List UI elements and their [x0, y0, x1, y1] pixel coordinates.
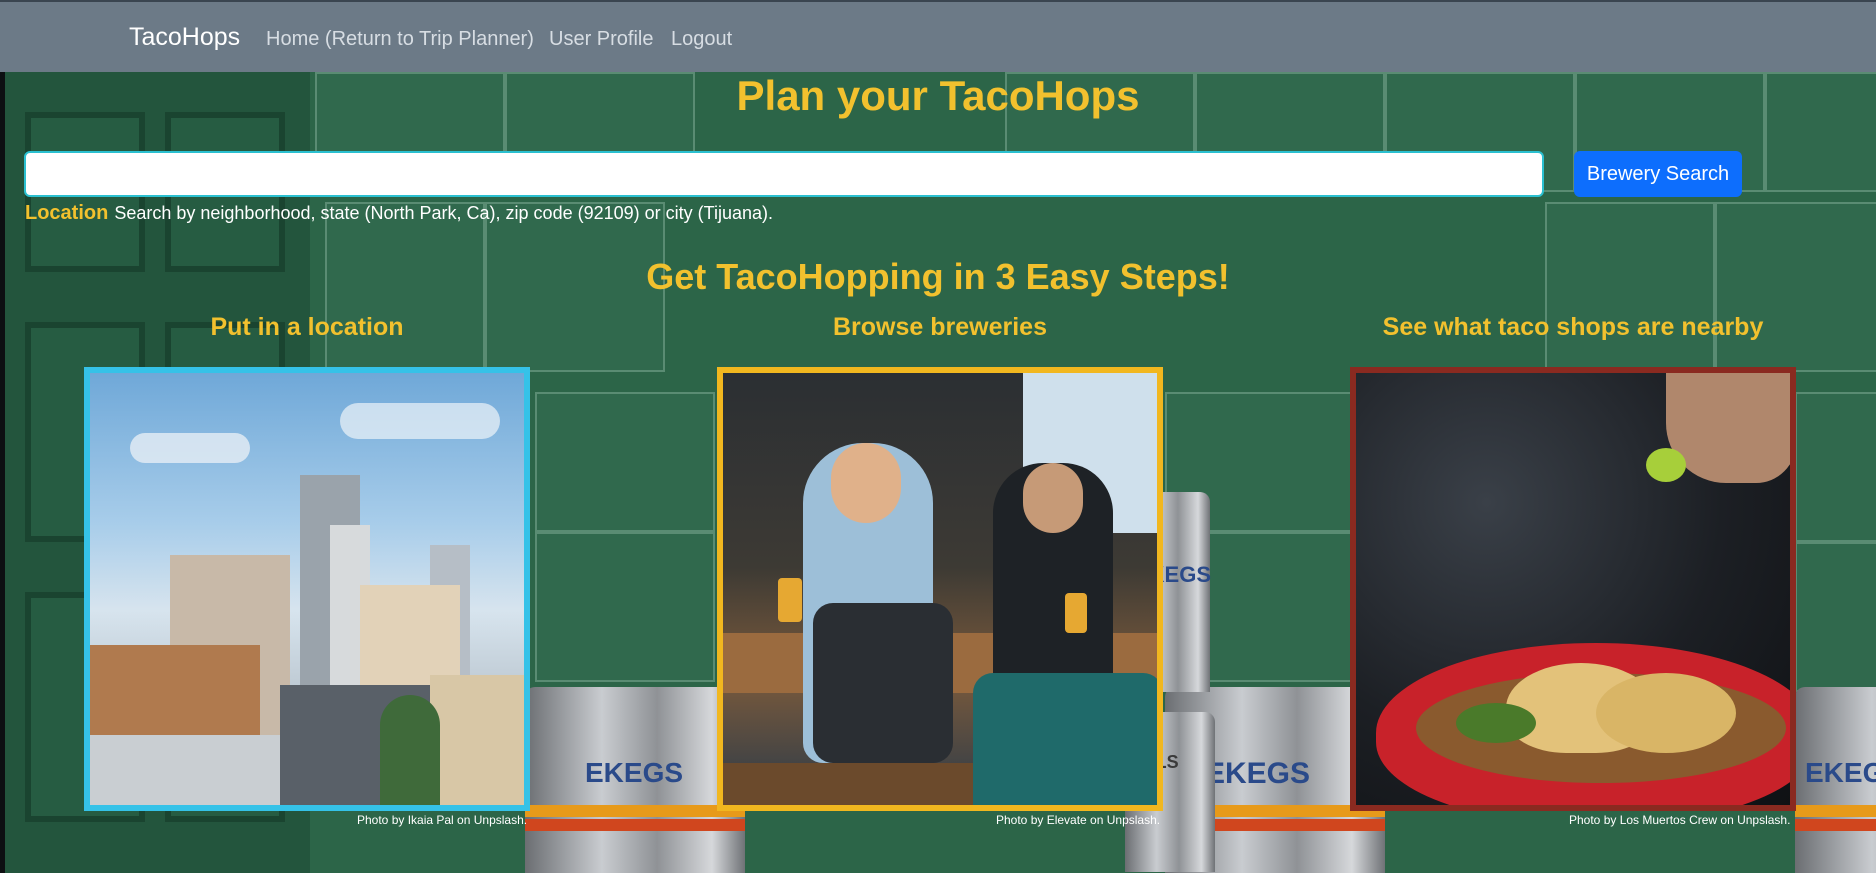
page-title: Plan your TacoHops [736, 72, 1140, 119]
photo-credit: Photo by Ikaia Pal on Unpslash. [357, 813, 528, 827]
brand-logo[interactable]: TacoHops [129, 23, 240, 52]
step-title-breweries: Browse breweries [833, 313, 1047, 341]
photo-credit: Photo by Los Muertos Crew on Unpslash. [1569, 813, 1791, 827]
keg-image: EKEGS [1795, 687, 1876, 873]
location-help-text: Search by neighborhood, state (North Par… [114, 203, 773, 223]
nav-link-logout[interactable]: Logout [671, 28, 732, 51]
nav-link-user-profile[interactable]: User Profile [549, 28, 653, 51]
location-search-input[interactable] [24, 151, 1544, 197]
location-label: Location [25, 202, 109, 224]
step-title-taco-shops: See what taco shops are nearby [1382, 313, 1764, 341]
steps-heading: Get TacoHopping in 3 Easy Steps! [646, 256, 1230, 297]
step-image-brewery [717, 367, 1163, 811]
location-help: Location Search by neighborhood, state (N… [25, 202, 773, 225]
nav-link-home[interactable]: Home (Return to Trip Planner) [266, 28, 534, 51]
step-image-tacos [1350, 367, 1796, 811]
navbar: TacoHops Home (Return to Trip Planner) U… [0, 0, 1876, 72]
step-title-location: Put in a location [210, 313, 404, 341]
brewery-search-button[interactable]: Brewery Search [1574, 151, 1742, 197]
step-image-city [84, 367, 530, 811]
keg-image: EKEGS [525, 687, 745, 873]
photo-credit: Photo by Elevate on Unpslash. [996, 813, 1161, 827]
